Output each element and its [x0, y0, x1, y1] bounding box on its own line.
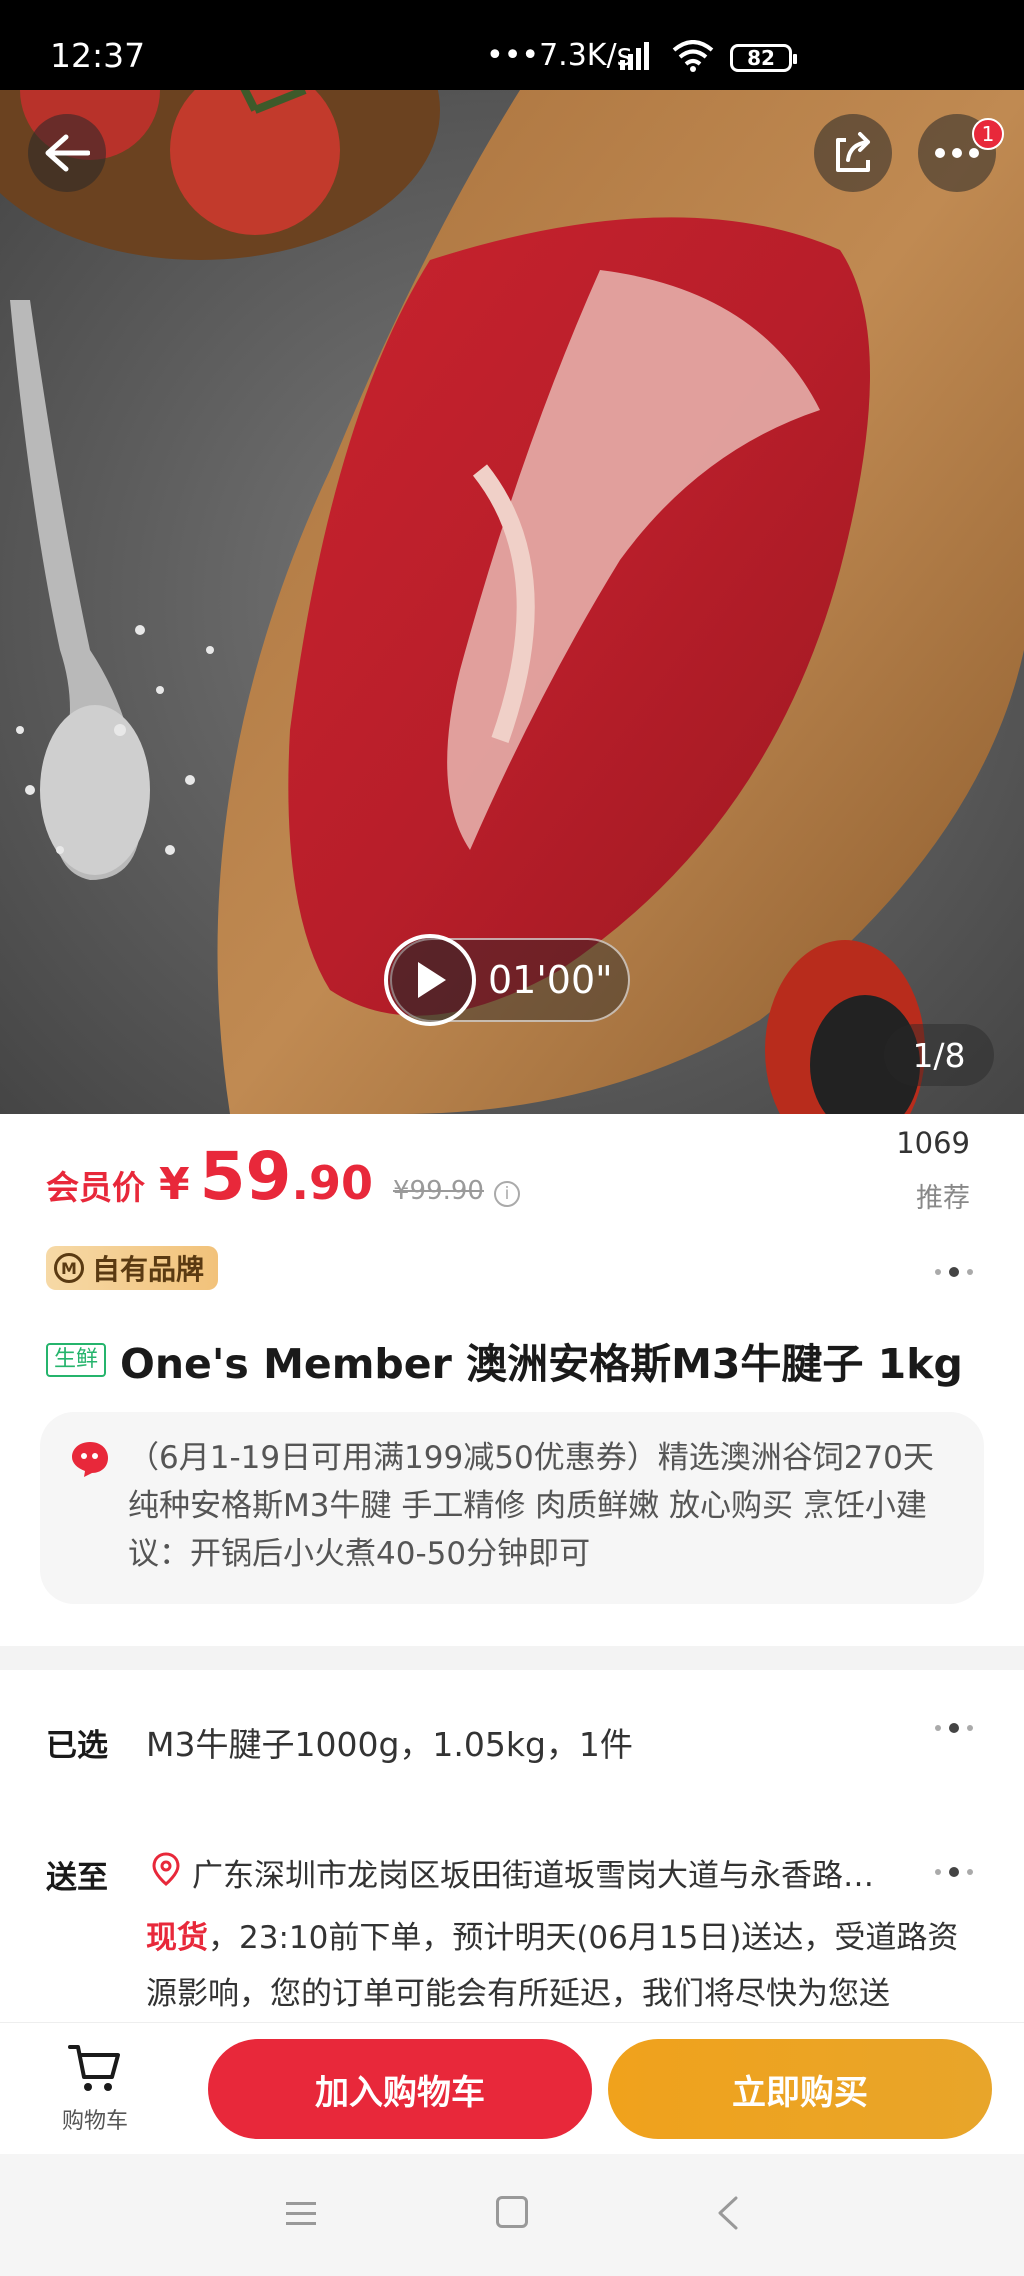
- product-image-gallery[interactable]: 1 01'00" 1/8: [0, 90, 1024, 1114]
- arrow-left-icon: [45, 134, 90, 172]
- member-price-label: 会员价: [46, 1168, 145, 1207]
- price-decimal: .90: [291, 1156, 373, 1210]
- address-more-icon[interactable]: [924, 1862, 984, 1882]
- stock-status: 现货: [146, 1920, 208, 1956]
- delivery-label: 送至: [46, 1860, 108, 1896]
- add-to-cart-button[interactable]: 加入购物车: [208, 2039, 592, 2139]
- status-bar: 12:37 •••7.3K/s 82: [0, 0, 1024, 90]
- location-pin-icon: [152, 1852, 180, 1886]
- cart-button[interactable]: 购物车: [50, 2043, 140, 2139]
- price-row: 会员价 ¥ 59 .90 ¥99.90 i: [46, 1138, 520, 1218]
- system-nav-bar: [0, 2154, 1024, 2276]
- recommend-count[interactable]: 1069: [896, 1126, 970, 1160]
- section-divider: [0, 1646, 1024, 1670]
- product-title-row: 生鲜 One's Member 澳洲安格斯M3牛腱子 1kg: [46, 1330, 963, 1390]
- info-icon[interactable]: i: [493, 1181, 520, 1207]
- original-price: ¥99.90: [392, 1176, 484, 1206]
- recommend-label[interactable]: 推荐: [916, 1176, 970, 1215]
- home-icon[interactable]: [496, 2196, 528, 2228]
- more-dots-icon: [935, 148, 979, 158]
- back-nav-icon[interactable]: [716, 2196, 740, 2230]
- delivery-address[interactable]: 广东深圳市龙岗区坂田街道坂雪岗大道与永香路…: [192, 1850, 874, 1895]
- selected-spec[interactable]: M3牛腱子1000g，1.05kg，1件: [146, 1718, 633, 1766]
- brand-tag-label: 自有品牌: [92, 1253, 205, 1286]
- product-description-box: （6月1-19日可用满199减50优惠券）精选澳洲谷饲270天纯种安格斯M3牛腱…: [40, 1412, 984, 1604]
- video-play-button[interactable]: 01'00": [384, 934, 630, 1026]
- more-dots-icon[interactable]: [924, 1262, 984, 1282]
- buy-now-button[interactable]: 立即购买: [608, 2039, 992, 2139]
- play-icon: [384, 934, 476, 1026]
- share-button[interactable]: [814, 114, 892, 192]
- price-integer: 59: [199, 1138, 292, 1215]
- brand-logo-icon: M: [54, 1253, 84, 1283]
- notification-badge: 1: [972, 118, 1004, 150]
- delivery-text: ，23:10前下单，预计明天(06月15日)送达，受道路资源影响，您的订单可能会…: [146, 1920, 959, 2012]
- delivery-info: 现货，23:10前下单，预计明天(06月15日)送达，受道路资源影响，您的订单可…: [146, 1910, 966, 2022]
- net-speed: •••7.3K/s: [486, 38, 633, 73]
- signal-icon: [620, 42, 649, 70]
- share-icon: [836, 132, 870, 172]
- back-button[interactable]: [28, 114, 106, 192]
- video-duration: 01'00": [488, 958, 613, 1002]
- fresh-tag: 生鲜: [46, 1343, 107, 1377]
- own-brand-tag: M 自有品牌: [46, 1246, 219, 1290]
- bottom-action-bar: 购物车 加入购物车 立即购买: [0, 2022, 1024, 2154]
- selected-label: 已选: [46, 1728, 108, 1764]
- product-title: One's Member 澳洲安格斯M3牛腱子 1kg: [120, 1340, 963, 1388]
- shopping-cart-icon: [68, 2045, 120, 2091]
- menu-icon[interactable]: [284, 2200, 318, 2228]
- wifi-icon: [672, 40, 714, 72]
- battery-icon: 82: [730, 44, 797, 72]
- selected-more-icon[interactable]: [924, 1718, 984, 1738]
- speech-bubble-icon: [72, 1442, 108, 1477]
- product-description: （6月1-19日可用满199减50优惠券）精选澳洲谷饲270天纯种安格斯M3牛腱…: [128, 1440, 934, 1572]
- image-counter: 1/8: [884, 1024, 994, 1086]
- cart-label: 购物车: [61, 2109, 128, 2134]
- status-time: 12:37: [50, 36, 146, 75]
- currency-symbol: ¥: [159, 1159, 190, 1210]
